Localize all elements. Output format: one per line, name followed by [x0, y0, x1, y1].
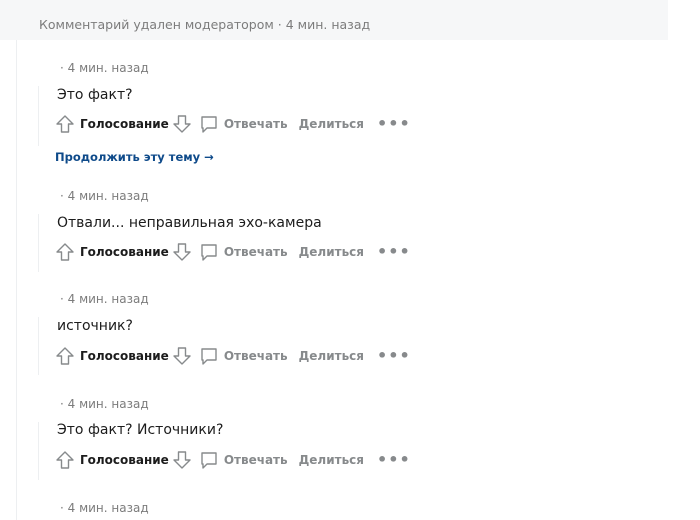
reply-bubble-icon	[201, 348, 217, 365]
reply-bubble-icon	[201, 116, 217, 133]
comment-body: источник?	[57, 318, 133, 334]
reply-label: Отвечать	[223, 245, 288, 259]
comment-thread-line[interactable]	[38, 317, 39, 375]
vote-label: Голосование	[80, 117, 169, 131]
more-dots-icon[interactable]: •••	[377, 244, 411, 260]
downvote-icon[interactable]	[171, 113, 193, 135]
more-dots-icon[interactable]: •••	[377, 116, 411, 132]
thread-line[interactable]	[16, 40, 17, 520]
comment-meta: · 4 мин. назад	[60, 292, 149, 306]
upvote-icon[interactable]	[54, 449, 76, 471]
comment-thread-line[interactable]	[38, 214, 39, 272]
upvote-icon[interactable]	[54, 241, 76, 263]
comment-thread-line[interactable]	[38, 86, 39, 146]
reply-bubble-icon	[201, 452, 217, 469]
more-dots-icon[interactable]: •••	[377, 348, 411, 364]
reply-label: Отвечать	[223, 349, 288, 363]
continue-thread-link[interactable]: Продолжить эту тему →	[55, 150, 214, 164]
reply-button[interactable]: Отвечать	[199, 242, 288, 262]
comment-meta: · 4 мин. назад	[60, 397, 149, 411]
share-button[interactable]: Делиться	[299, 453, 364, 467]
reply-label: Отвечать	[223, 117, 288, 131]
more-dots-icon[interactable]: •••	[377, 452, 411, 468]
reply-button[interactable]: Отвечать	[199, 450, 288, 470]
deleted-comment-banner: Комментарий удален модератором · 4 мин. …	[0, 0, 668, 40]
share-button[interactable]: Делиться	[299, 245, 364, 259]
comment-actions: Голосование Отвечать Делиться •••	[54, 344, 411, 368]
reply-button[interactable]: Отвечать	[199, 346, 288, 366]
deleted-comment-text: Комментарий удален модератором · 4 мин. …	[39, 17, 371, 32]
comment-meta: · 4 мин. назад	[60, 189, 149, 203]
downvote-icon[interactable]	[171, 449, 193, 471]
comment-body: Это факт?	[57, 87, 133, 103]
right-gutter	[668, 0, 700, 520]
reply-button[interactable]: Отвечать	[199, 114, 288, 134]
comment-meta: · 4 мин. назад	[60, 501, 149, 515]
vote-label: Голосование	[80, 453, 169, 467]
comment-body: Это факт? Источники?	[57, 422, 224, 438]
share-button[interactable]: Делиться	[299, 349, 364, 363]
downvote-icon[interactable]	[171, 241, 193, 263]
vote-label: Голосование	[80, 349, 169, 363]
comment-actions: Голосование Отвечать Делиться •••	[54, 112, 411, 136]
reply-bubble-icon	[201, 244, 217, 261]
upvote-icon[interactable]	[54, 113, 76, 135]
upvote-icon[interactable]	[54, 345, 76, 367]
comment-actions: Голосование Отвечать Делиться •••	[54, 240, 411, 264]
reply-label: Отвечать	[223, 453, 288, 467]
comment-meta: · 4 мин. назад	[60, 61, 149, 75]
comment-body: Отвали... неправильная эхо-камера	[57, 215, 322, 231]
comment-actions: Голосование Отвечать Делиться •••	[54, 448, 411, 472]
share-button[interactable]: Делиться	[299, 117, 364, 131]
downvote-icon[interactable]	[171, 345, 193, 367]
comment-thread-line[interactable]	[38, 422, 39, 480]
vote-label: Голосование	[80, 245, 169, 259]
